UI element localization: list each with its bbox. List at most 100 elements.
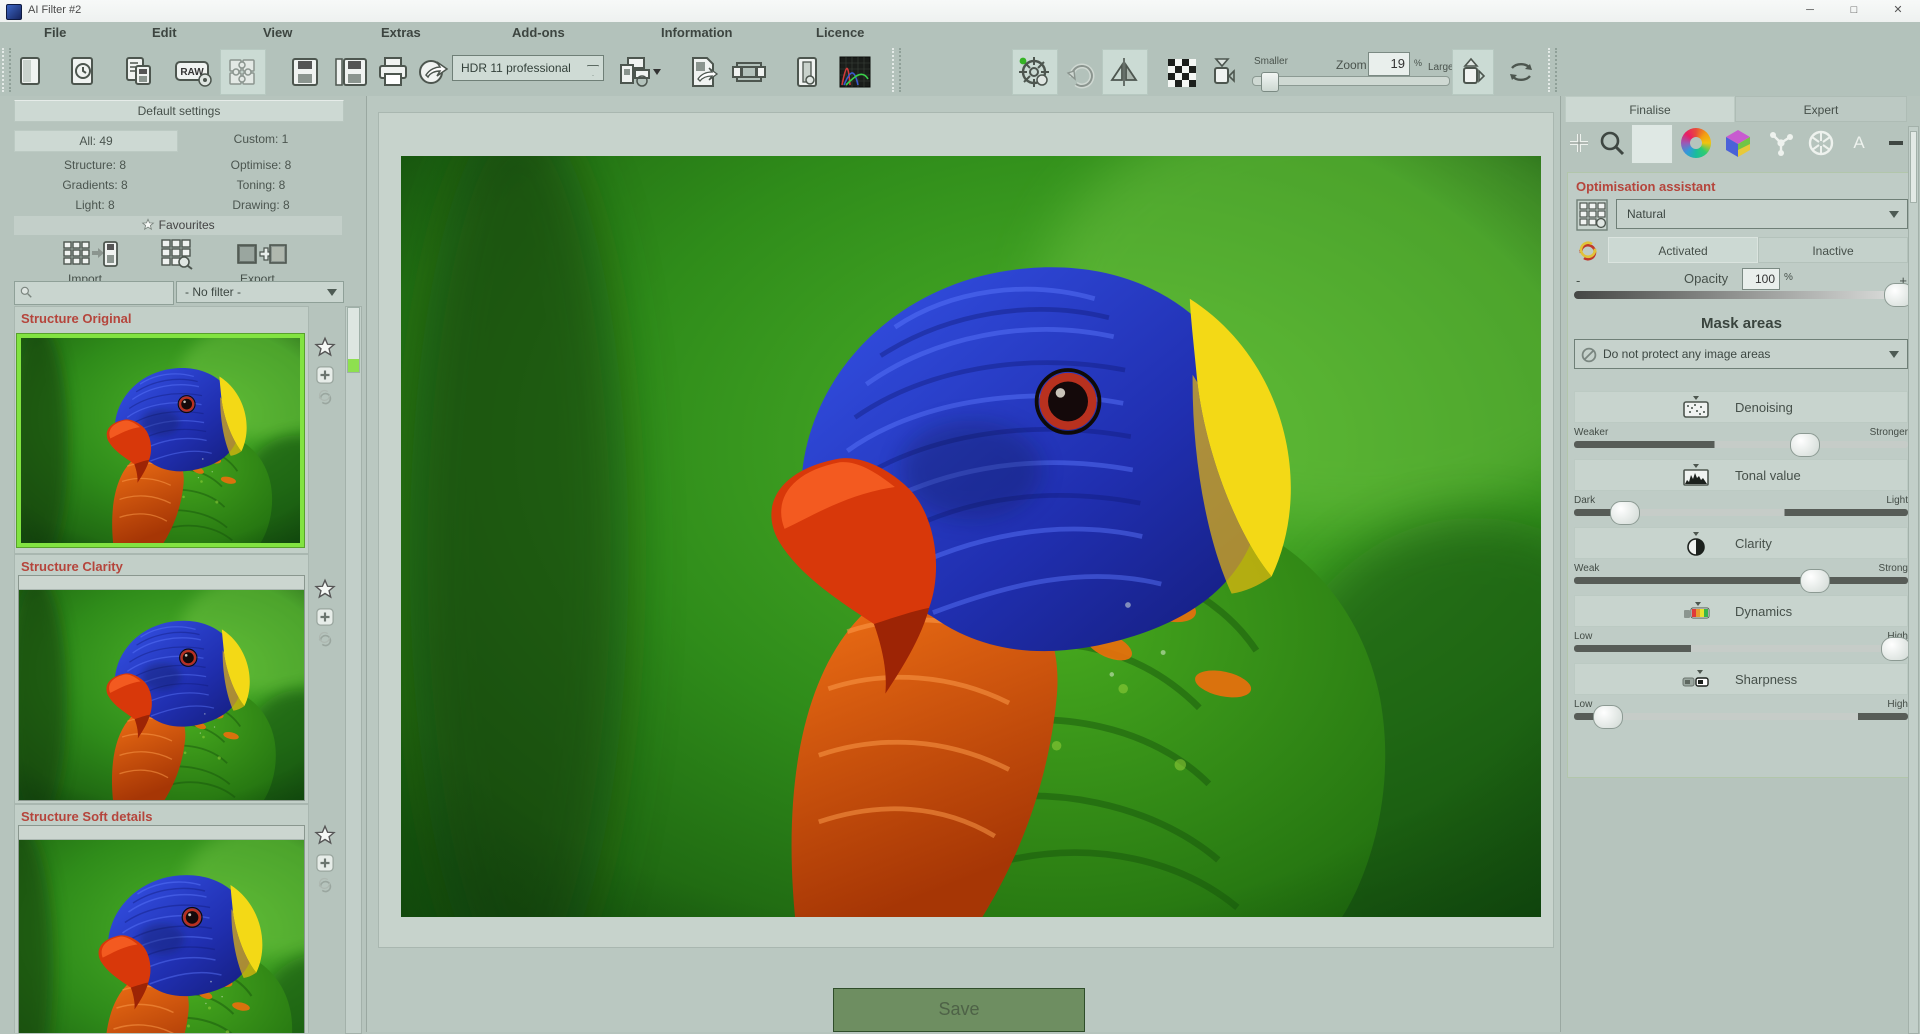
favourite-star-icon[interactable] [314, 336, 336, 358]
import-presets-icon[interactable] [62, 238, 118, 270]
tonal-value-header[interactable]: Tonal value [1574, 459, 1908, 491]
menu-file[interactable]: File [44, 25, 66, 40]
clarity-slider-thumb[interactable] [1800, 569, 1830, 593]
favourite-star-icon[interactable] [314, 578, 336, 600]
tab-expert[interactable]: Expert [1735, 96, 1907, 122]
category-custom[interactable]: Custom: 1 [180, 132, 342, 146]
activated-toggle[interactable]: Activated [1608, 237, 1758, 263]
clarity-header[interactable]: Clarity [1574, 527, 1908, 559]
dynamics-header[interactable]: Dynamics [1574, 595, 1908, 627]
text-tool-icon[interactable]: A [1849, 128, 1869, 158]
denoising-slider[interactable] [1574, 441, 1908, 448]
frame-preview-icon[interactable] [790, 55, 824, 89]
scrollbar-thumb[interactable] [347, 307, 360, 373]
filter-search-input[interactable] [14, 281, 174, 305]
dynamics-slider[interactable] [1574, 645, 1908, 652]
magnifier-icon[interactable] [1597, 128, 1627, 158]
filter-thumbnail[interactable] [18, 575, 305, 801]
aperture-icon[interactable] [1806, 128, 1836, 158]
assistant-grid-icon[interactable] [1576, 199, 1608, 231]
panel-scrollbar-thumb[interactable] [1910, 131, 1917, 203]
filter-list-scrollbar[interactable] [345, 306, 362, 1034]
menu-information[interactable]: Information [661, 25, 733, 40]
menu-extras[interactable]: Extras [381, 25, 421, 40]
preset-dropdown[interactable]: HDR 11 professional [452, 55, 604, 81]
before-after-checker-icon[interactable] [1164, 55, 1198, 89]
add-preset-icon[interactable] [1567, 128, 1591, 158]
colour-cube-icon[interactable] [1723, 128, 1753, 158]
filter-item-structure-original[interactable]: Structure Original [14, 306, 309, 554]
search-presets-icon[interactable] [158, 238, 198, 270]
zoom-slider[interactable] [1252, 76, 1450, 86]
menu-view[interactable]: View [263, 25, 292, 40]
sharpness-slider-thumb[interactable] [1593, 705, 1623, 729]
crop-icon[interactable] [729, 55, 769, 89]
save-button[interactable]: Save [833, 988, 1085, 1032]
save-icon[interactable] [288, 55, 322, 89]
filter-item-structure-soft-details[interactable]: Structure Soft details [14, 804, 309, 1033]
zoom-out-projector-icon[interactable] [1206, 55, 1240, 89]
new-image-icon[interactable] [14, 55, 48, 89]
maximize-button[interactable]: □ [1832, 0, 1876, 22]
denoising-slider-thumb[interactable] [1790, 433, 1820, 457]
opacity-input[interactable]: 100 [1742, 268, 1780, 290]
main-image[interactable] [401, 156, 1541, 917]
minimize-button[interactable]: ─ [1788, 0, 1832, 22]
menu-add-ons[interactable]: Add-ons [512, 25, 565, 40]
close-button[interactable]: ✕ [1876, 0, 1920, 22]
zoom-slider-thumb[interactable] [1261, 72, 1279, 92]
raw-develop-icon[interactable]: RAW [174, 55, 214, 89]
sharpness-header[interactable]: Sharpness [1574, 663, 1908, 695]
copy-settings-icon[interactable] [122, 55, 156, 89]
opacity-minus[interactable]: - [1576, 273, 1580, 288]
redo-icon[interactable] [1064, 55, 1098, 89]
zoom-input[interactable]: 19 [1368, 52, 1410, 76]
filter-item-structure-clarity[interactable]: Structure Clarity [14, 554, 309, 804]
refresh-variant-icon[interactable] [316, 630, 334, 648]
reset-sync-icon[interactable] [1576, 239, 1600, 263]
clarity-slider[interactable] [1574, 577, 1908, 584]
category-toning[interactable]: Toning: 8 [180, 178, 342, 192]
mask-areas-dropdown[interactable]: Do not protect any image areas [1574, 339, 1908, 369]
panel-scrollbar[interactable] [1908, 126, 1919, 1034]
export-to-device-icon[interactable] [618, 55, 662, 89]
plugin-puzzle-icon[interactable] [225, 55, 259, 89]
tonal-value-slider[interactable] [1574, 509, 1908, 516]
node-graph-icon[interactable] [1766, 128, 1796, 158]
menu-edit[interactable]: Edit [152, 25, 177, 40]
auto-optimise-helm-icon[interactable] [1017, 55, 1051, 89]
category-gradients[interactable]: Gradients: 8 [14, 178, 176, 192]
history-icon[interactable] [66, 55, 100, 89]
mirror-flip-icon[interactable] [1107, 55, 1141, 89]
category-structure[interactable]: Structure: 8 [14, 158, 176, 172]
filter-thumbnail-selected[interactable] [17, 334, 304, 547]
zoom-in-projector-icon[interactable] [1455, 55, 1489, 89]
category-drawing[interactable]: Drawing: 8 [180, 198, 342, 212]
sharpness-slider[interactable] [1574, 713, 1908, 720]
refresh-variant-icon[interactable] [316, 876, 334, 894]
image-export-icon[interactable] [686, 55, 720, 89]
colour-wheel-icon[interactable] [1681, 128, 1711, 158]
print-icon[interactable] [376, 55, 410, 89]
inactive-toggle[interactable]: Inactive [1758, 237, 1908, 263]
export-presets-icon[interactable] [236, 242, 288, 268]
dynamics-slider-thumb[interactable] [1881, 637, 1911, 661]
filter-thumbnail[interactable] [18, 825, 305, 1033]
save-as-icon[interactable] [334, 55, 368, 89]
refresh-variant-icon[interactable] [316, 388, 334, 406]
tonal-value-slider-thumb[interactable] [1610, 501, 1640, 525]
category-light[interactable]: Light: 8 [14, 198, 176, 212]
favourites-filter-button[interactable]: Favourites [14, 216, 342, 235]
add-variant-icon[interactable] [316, 366, 334, 384]
favourite-star-icon[interactable] [314, 824, 336, 846]
category-optimise[interactable]: Optimise: 8 [180, 158, 342, 172]
category-all[interactable]: All: 49 [14, 130, 178, 152]
denoising-header[interactable]: Denoising [1574, 391, 1908, 423]
default-settings-button[interactable]: Default settings [14, 100, 344, 122]
opacity-slider[interactable] [1574, 291, 1908, 299]
add-variant-icon[interactable] [316, 854, 334, 872]
filter-category-dropdown[interactable]: - No filter - [176, 281, 344, 303]
add-variant-icon[interactable] [316, 608, 334, 626]
rotate-icon[interactable] [1504, 55, 1538, 89]
collapse-panel-icon[interactable] [1887, 128, 1905, 158]
